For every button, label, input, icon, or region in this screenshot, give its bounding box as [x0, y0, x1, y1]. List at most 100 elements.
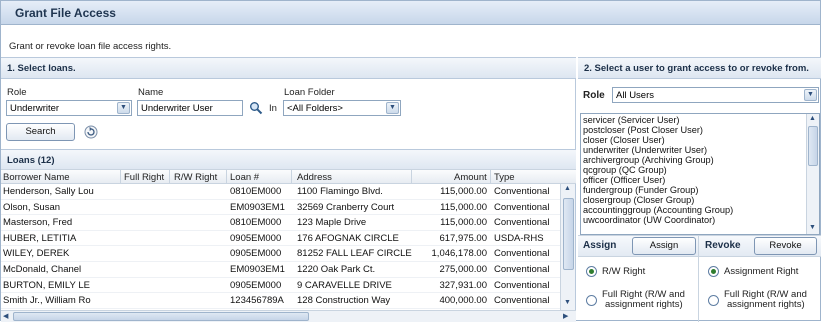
- role-select-value: Underwriter: [10, 103, 60, 114]
- cell-amount: 275,000.00: [439, 264, 487, 275]
- col-address[interactable]: Address: [297, 172, 332, 183]
- table-row[interactable]: Masterson, Fred 0810EM000 123 Maple Driv…: [1, 215, 560, 231]
- cell-loan-number: 0905EM000: [230, 279, 282, 291]
- table-row[interactable]: BURTON, EMILY LE 0905EM000 9 CARAVELLE D…: [1, 278, 560, 294]
- list-item[interactable]: qcgroup (QC Group): [583, 165, 667, 175]
- table-row[interactable]: Olson, Susan EM0903EM1 32569 Cranberry C…: [1, 200, 560, 216]
- cell-loan-number: 0905EM000: [230, 248, 282, 260]
- user-list-scrollbar[interactable]: ▲ ▼: [806, 114, 819, 234]
- cell-address: 176 AFOGNAK CIRCLE: [297, 232, 399, 244]
- list-item[interactable]: underwriter (Underwriter User): [583, 145, 707, 155]
- cell-loan-number: 0905EM000: [230, 232, 282, 244]
- loan-folder-value: <All Folders>: [287, 103, 343, 114]
- loans-header: Loans (12): [1, 149, 576, 171]
- table-row[interactable]: McDonald, Chanel EM0903EM1 1220 Oak Park…: [1, 262, 560, 278]
- scroll-down-icon[interactable]: ▼: [564, 299, 571, 306]
- description-text: Grant or revoke loan file access rights.: [9, 41, 172, 52]
- scroll-left-icon[interactable]: ◀: [3, 312, 8, 320]
- name-field[interactable]: Underwriter User: [137, 100, 243, 116]
- role-select[interactable]: Underwriter ▼: [6, 100, 132, 116]
- search-button[interactable]: Search: [6, 123, 75, 141]
- table-row[interactable]: WILEY, DEREK 0905EM000 81252 FALL LEAF C…: [1, 246, 560, 262]
- loans-table-header: Borrower Name Full Right R/W Right Loan …: [1, 169, 576, 184]
- list-item[interactable]: closergroup (Closer Group): [583, 195, 694, 205]
- cell-amount: 115,000.00: [440, 201, 487, 213]
- scrollbar-thumb[interactable]: [13, 312, 309, 321]
- scroll-up-icon[interactable]: ▲: [564, 185, 571, 192]
- cell-amount: 400,000.00: [439, 295, 487, 307]
- cell-type: Conventional: [494, 201, 550, 213]
- cell-address: 123 Maple Drive: [297, 217, 367, 229]
- role-label: Role: [7, 87, 27, 98]
- col-borrower-name[interactable]: Borrower Name: [3, 172, 70, 183]
- select-user-header: 2. Select a user to grant access to or r…: [578, 57, 821, 79]
- assign-full-right-radio[interactable]: [586, 295, 597, 306]
- select-loans-panel: 1. Select loans. Role Underwriter ▼ Name…: [1, 57, 576, 322]
- user-role-select[interactable]: All Users ▼: [612, 87, 819, 103]
- cell-type: Conventional: [494, 248, 550, 260]
- revoke-button[interactable]: Revoke: [754, 237, 817, 255]
- cell-amount: 115,000.00: [440, 186, 487, 197]
- loans-vertical-scrollbar[interactable]: ▲ ▼: [560, 184, 575, 310]
- select-user-title: 2. Select a user to grant access to or r…: [584, 63, 809, 74]
- cell-loan-number: EM0903EM1: [230, 201, 285, 213]
- user-role-label: Role: [583, 90, 605, 101]
- window-title: Grant File Access: [15, 6, 116, 20]
- cell-loan-number: EM0903EM1: [230, 264, 285, 275]
- cell-amount: 115,000.00: [440, 217, 487, 229]
- col-rw-right[interactable]: R/W Right: [174, 172, 217, 183]
- loans-horizontal-scrollbar[interactable]: ◀ ▶: [1, 310, 576, 322]
- cell-loan-number: 0810EM000: [230, 217, 282, 229]
- chevron-down-icon: ▼: [386, 102, 399, 114]
- scroll-up-icon[interactable]: ▲: [809, 115, 816, 122]
- search-icon[interactable]: [249, 101, 263, 115]
- assign-revoke-bar: Assign Assign Revoke Revoke: [578, 235, 821, 257]
- select-user-panel: 2. Select a user to grant access to or r…: [578, 57, 821, 322]
- scrollbar-thumb[interactable]: [563, 198, 574, 270]
- cell-type: Conventional: [494, 264, 550, 275]
- user-list[interactable]: servicer (Servicer User) postcloser (Pos…: [580, 113, 820, 235]
- assign-rw-right-label: R/W Right: [602, 266, 646, 277]
- select-loans-header: 1. Select loans.: [1, 57, 576, 79]
- list-item[interactable]: uwcoordinator (UW Coordinator): [583, 215, 715, 225]
- cell-address: 81252 FALL LEAF CIRCLE: [297, 248, 412, 260]
- table-row[interactable]: Smith Jr., William Ro 123456789A 128 Con…: [1, 293, 560, 309]
- reset-icon[interactable]: [84, 125, 98, 139]
- cell-borrower: McDonald, Chanel: [3, 264, 82, 275]
- scroll-right-icon[interactable]: ▶: [563, 312, 568, 320]
- cell-type: Conventional: [494, 186, 550, 197]
- cell-amount: 617,975.00: [439, 232, 487, 244]
- list-item[interactable]: closer (Closer User): [583, 135, 665, 145]
- cell-loan-number: 0810EM000: [230, 186, 282, 197]
- assign-button[interactable]: Assign: [632, 237, 696, 255]
- cell-borrower: HUBER, LETITIA: [3, 232, 77, 244]
- cell-borrower: Olson, Susan: [3, 201, 61, 213]
- name-field-value: Underwriter User: [141, 103, 213, 114]
- list-item[interactable]: servicer (Servicer User): [583, 115, 679, 125]
- list-item[interactable]: archivergroup (Archiving Group): [583, 155, 714, 165]
- col-amount[interactable]: Amount: [454, 172, 487, 183]
- cell-address: 32569 Cranberry Court: [297, 201, 395, 213]
- table-row[interactable]: Henderson, Sally Lou 0810EM000 1100 Flam…: [1, 184, 560, 200]
- list-item[interactable]: postcloser (Post Closer User): [583, 125, 703, 135]
- col-loan-number[interactable]: Loan #: [230, 172, 259, 183]
- list-item[interactable]: officer (Officer User): [583, 175, 665, 185]
- list-item[interactable]: accountinggroup (Accounting Group): [583, 205, 733, 215]
- revoke-assignment-right-radio[interactable]: [708, 266, 719, 277]
- name-label: Name: [138, 87, 164, 98]
- scroll-down-icon[interactable]: ▼: [809, 224, 816, 231]
- list-item[interactable]: fundergroup (Funder Group): [583, 185, 698, 195]
- revoke-assignment-right-label: Assignment Right: [724, 266, 799, 277]
- revoke-full-right-radio[interactable]: [708, 295, 719, 306]
- select-loans-title: 1. Select loans.: [7, 63, 76, 74]
- col-full-right[interactable]: Full Right: [124, 172, 164, 183]
- cell-type: Conventional: [494, 279, 550, 291]
- revoke-full-right-label-line2: assignment rights): [727, 299, 805, 310]
- table-row[interactable]: HUBER, LETITIA 0905EM000 176 AFOGNAK CIR…: [1, 231, 560, 247]
- loan-folder-select[interactable]: <All Folders> ▼: [283, 100, 401, 116]
- assign-rw-right-radio[interactable]: [586, 266, 597, 277]
- col-type[interactable]: Type: [494, 172, 515, 183]
- in-label: In: [269, 103, 277, 114]
- scrollbar-thumb[interactable]: [808, 126, 818, 166]
- cell-type: Conventional: [494, 295, 550, 307]
